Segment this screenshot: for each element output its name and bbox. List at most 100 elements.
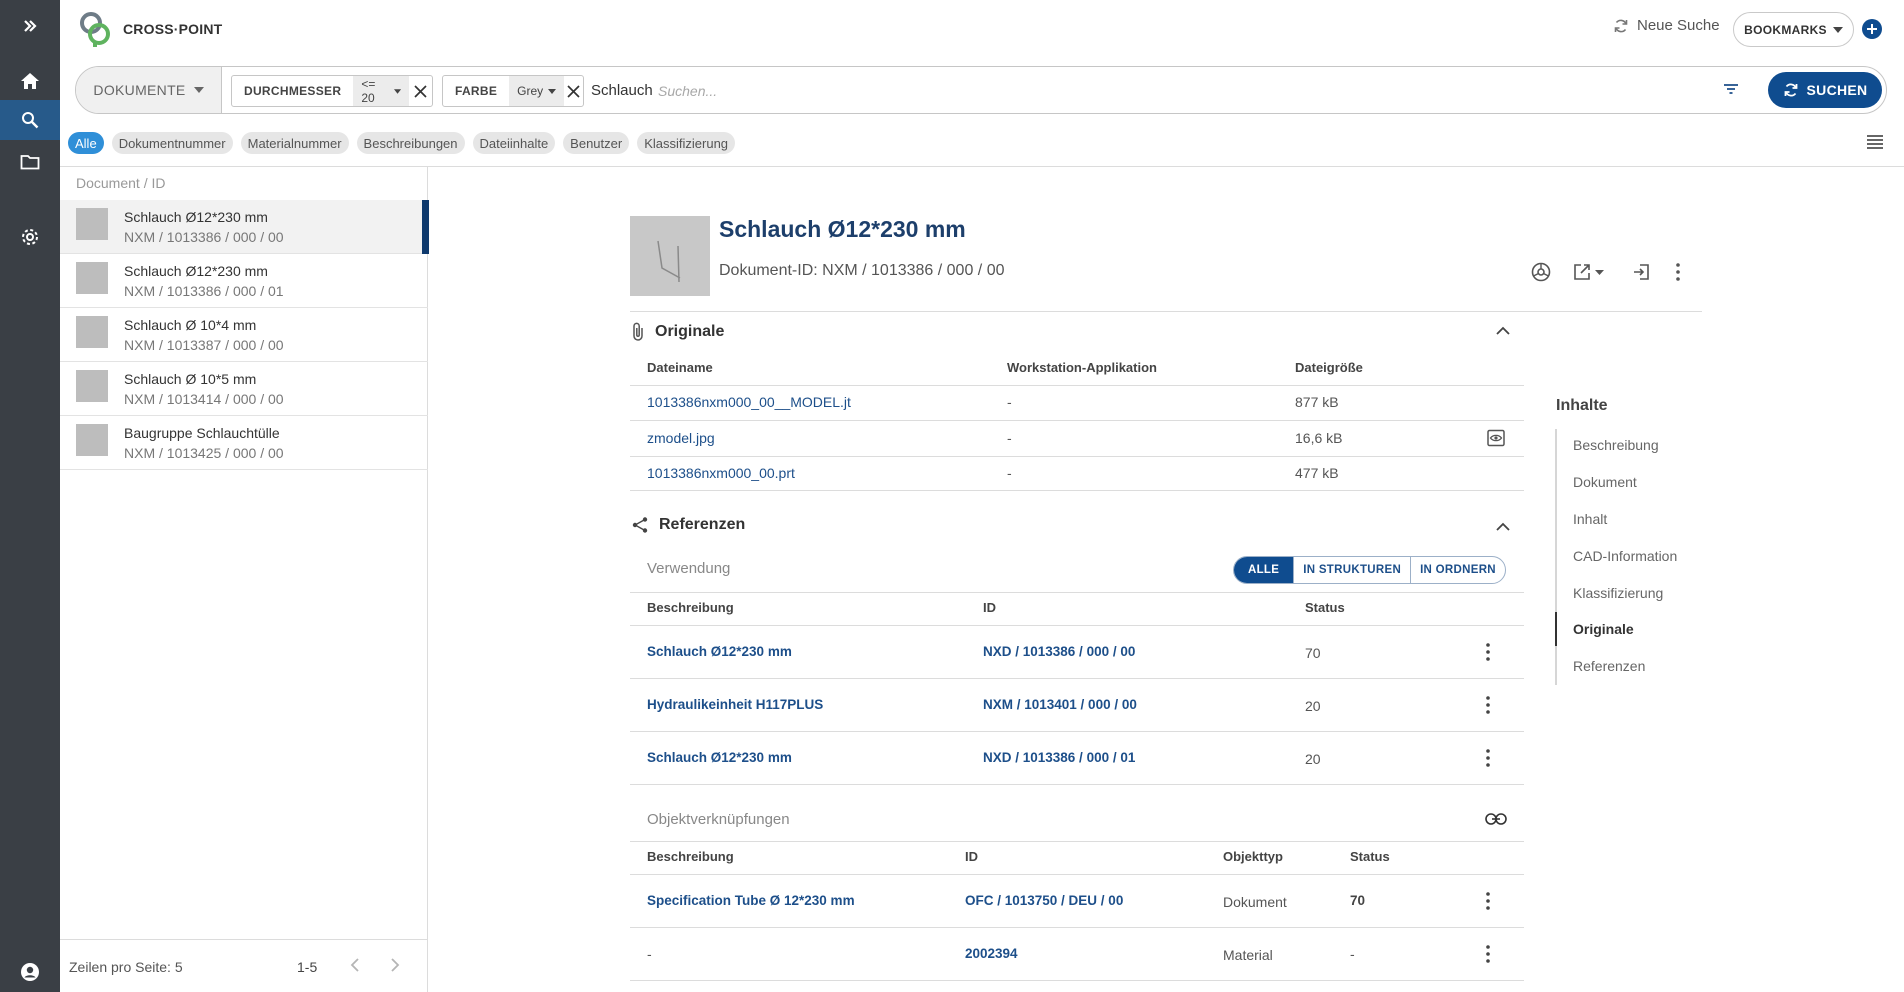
divider: [630, 625, 1524, 626]
chevron-down-icon: [548, 88, 557, 94]
document-id: Dokument-ID: NXM / 1013386 / 000 / 00: [719, 262, 1005, 279]
filter-icon[interactable]: [1723, 82, 1739, 96]
result-title: Schlauch Ø12*230 mm: [124, 263, 268, 279]
file-link[interactable]: 1013386nxm000_00.prt: [647, 465, 795, 481]
scope-chip-klassifizierung[interactable]: Klassifizierung: [637, 132, 736, 154]
list-view-icon[interactable]: [1866, 134, 1884, 150]
page-range: 1-5: [297, 959, 318, 975]
settings-gear-icon[interactable]: [0, 217, 60, 257]
toc-item-cad-information[interactable]: CAD-Information: [1573, 548, 1677, 564]
divider: [630, 927, 1524, 928]
toc-item-beschreibung[interactable]: Beschreibung: [1573, 437, 1659, 453]
toc-rail: [1555, 429, 1557, 685]
toc-item-klassifizierung[interactable]: Klassifizierung: [1573, 585, 1663, 601]
search-button[interactable]: SUCHEN: [1768, 72, 1882, 108]
more-vert-icon[interactable]: [1486, 696, 1490, 714]
filter-alle-button[interactable]: ALLE: [1234, 557, 1294, 583]
preview-eye-icon[interactable]: [1487, 429, 1505, 447]
scope-chip-benutzer[interactable]: Benutzer: [563, 132, 630, 154]
home-icon[interactable]: [0, 61, 60, 101]
remove-filter-close-icon[interactable]: [564, 84, 583, 98]
search-input[interactable]: Suchen...: [658, 83, 717, 99]
divider: [630, 784, 1524, 785]
toc-item-originale[interactable]: Originale: [1573, 621, 1634, 637]
3d-viewer-icon[interactable]: [1531, 262, 1551, 282]
new-search-button[interactable]: Neue Suche: [1613, 17, 1720, 34]
file-size: 16,6 kB: [1295, 430, 1343, 446]
filter-in-strukturen-button[interactable]: IN STRUKTUREN: [1293, 557, 1410, 583]
section-originale[interactable]: Originale: [631, 322, 724, 342]
reference-id[interactable]: NXD / 1013386 / 000 / 01: [983, 750, 1135, 765]
result-thumbnail: [76, 316, 108, 348]
result-thumbnail: [76, 370, 108, 402]
result-id: NXM / 1013386 / 000 / 01: [124, 283, 284, 299]
more-vert-icon[interactable]: [1486, 643, 1490, 661]
chevron-left-icon[interactable]: [350, 957, 360, 973]
divider: [630, 311, 1702, 312]
attachment-icon: [633, 322, 643, 341]
result-row[interactable]: Baugruppe Schlauchtülle NXM / 1013425 / …: [60, 416, 428, 470]
chevron-right-icon[interactable]: [390, 957, 400, 973]
filter-chip-value-select[interactable]: <= 20: [353, 76, 409, 106]
more-vert-icon[interactable]: [1486, 892, 1490, 910]
result-row[interactable]: Schlauch Ø12*230 mm NXM / 1013386 / 000 …: [60, 200, 429, 254]
file-application: -: [1007, 465, 1012, 481]
scope-chip-materialnummer[interactable]: Materialnummer: [240, 132, 349, 154]
divider: [630, 592, 1524, 593]
reference-description[interactable]: Schlauch Ø12*230 mm: [647, 644, 792, 659]
result-row[interactable]: Schlauch Ø12*230 mm NXM / 1013386 / 000 …: [60, 254, 428, 308]
reference-status: 70: [1305, 645, 1321, 661]
refresh-icon: [1784, 83, 1797, 97]
usage-filter-toggle: ALLE IN STRUKTUREN IN ORDNERN: [1233, 556, 1506, 584]
search-bar: DOKUMENTE DURCHMESSER <= 20 FARBE Grey S…: [75, 66, 1887, 114]
remove-filter-close-icon[interactable]: [409, 84, 432, 98]
checkout-icon[interactable]: [1632, 263, 1650, 281]
reference-description[interactable]: Hydraulikeinheit H117PLUS: [647, 697, 823, 712]
scope-chip-dokumentnummer[interactable]: Dokumentnummer: [111, 132, 233, 154]
result-row[interactable]: Schlauch Ø 10*4 mm NXM / 1013387 / 000 /…: [60, 308, 428, 362]
chevron-up-icon[interactable]: [1496, 326, 1510, 335]
link-description[interactable]: Specification Tube Ø 12*230 mm: [647, 893, 855, 908]
folder-icon[interactable]: [0, 142, 60, 182]
add-button[interactable]: [1862, 19, 1882, 39]
divider: [630, 385, 1524, 386]
document-type-select[interactable]: DOKUMENTE: [76, 67, 222, 113]
bookmarks-dropdown[interactable]: BOOKMARKS: [1733, 12, 1854, 47]
column-header: Status: [1305, 600, 1345, 615]
bookmarks-label: BOOKMARKS: [1744, 22, 1827, 37]
file-link[interactable]: 1013386nxm000_00__MODEL.jt: [647, 394, 851, 410]
expand-nav-icon[interactable]: [0, 6, 60, 46]
filter-chip-value-select[interactable]: Grey: [509, 76, 565, 106]
section-referenzen[interactable]: Referenzen: [631, 516, 745, 534]
toc-item-inhalt[interactable]: Inhalt: [1573, 511, 1607, 527]
search-query-text[interactable]: Schlauch: [591, 82, 653, 99]
chevron-up-icon[interactable]: [1496, 522, 1510, 531]
toc-item-referenzen[interactable]: Referenzen: [1573, 658, 1645, 674]
search-nav-icon[interactable]: [0, 100, 60, 140]
reference-description[interactable]: Schlauch Ø12*230 mm: [647, 750, 792, 765]
scope-chip-dateiinhalte[interactable]: Dateiinhalte: [472, 132, 556, 154]
reference-id[interactable]: NXM / 1013401 / 000 / 00: [983, 697, 1137, 712]
filter-in-ordnern-button[interactable]: IN ORDNERN: [1410, 557, 1505, 583]
more-vert-icon[interactable]: [1486, 945, 1490, 963]
divider: [630, 731, 1524, 732]
search-scope-chips: Alle Dokumentnummer Materialnummer Besch…: [68, 132, 736, 154]
link-id[interactable]: 2002394: [965, 946, 1018, 961]
rows-per-page[interactable]: Zeilen pro Seite: 5: [69, 959, 183, 975]
more-vert-icon[interactable]: [1676, 263, 1680, 281]
more-vert-icon[interactable]: [1486, 749, 1490, 767]
chevron-down-icon: [393, 88, 401, 94]
toc-item-dokument[interactable]: Dokument: [1573, 474, 1637, 490]
result-thumbnail: [76, 424, 108, 456]
scope-chip-beschreibungen[interactable]: Beschreibungen: [356, 132, 465, 154]
link-icon[interactable]: [1485, 813, 1507, 825]
file-link[interactable]: zmodel.jpg: [647, 430, 715, 446]
reference-id[interactable]: NXD / 1013386 / 000 / 00: [983, 644, 1135, 659]
open-external-icon[interactable]: [1573, 263, 1604, 281]
user-account-icon[interactable]: [0, 952, 60, 992]
result-row[interactable]: Schlauch Ø 10*5 mm NXM / 1013414 / 000 /…: [60, 362, 428, 416]
link-status: 70: [1350, 893, 1366, 908]
scope-chip-alle[interactable]: Alle: [68, 132, 104, 154]
file-application: -: [1007, 430, 1012, 446]
link-id[interactable]: OFC / 1013750 / DEU / 00: [965, 893, 1123, 908]
